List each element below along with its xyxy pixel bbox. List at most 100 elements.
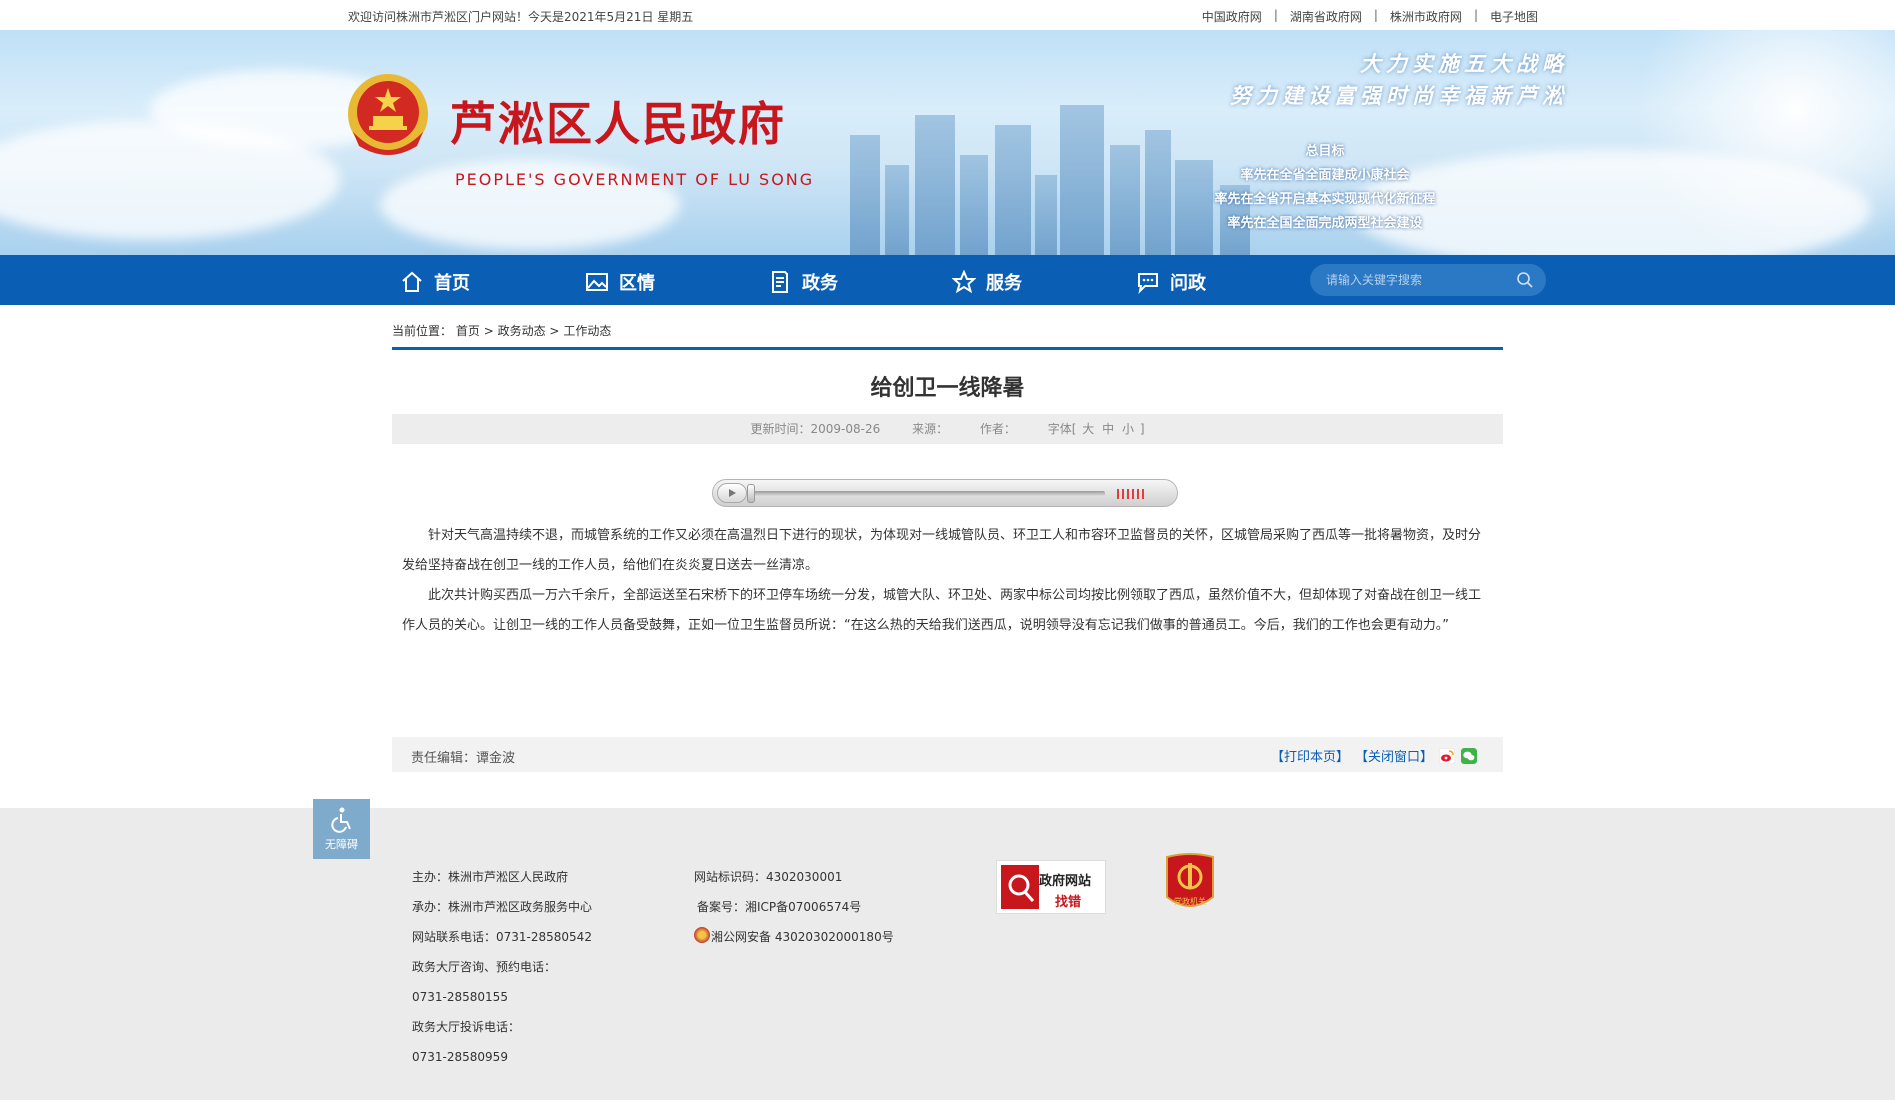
- footer-organizer: 承办：株洲市芦淞区政务服务中心: [412, 900, 593, 914]
- audio-player: [712, 479, 1178, 507]
- goal-item: 率先在全省全面建成小康社会: [1240, 168, 1410, 183]
- nav-label: 首页: [434, 273, 470, 294]
- link-zhuzhou-gov[interactable]: 株洲市政府网: [1390, 8, 1462, 25]
- close-window-button[interactable]: 【关闭窗口】: [1355, 746, 1433, 765]
- footer-contact: 网站联系电话：0731-28580542: [412, 930, 592, 944]
- source-label: 来源：: [912, 422, 949, 436]
- footer-complaint-label: 政务大厅投诉电话：: [412, 1020, 521, 1034]
- badge-find-line1: 政府网站: [1039, 874, 1092, 889]
- wechat-share-icon[interactable]: [1461, 747, 1477, 764]
- font-large-button[interactable]: 大: [1082, 422, 1094, 436]
- slogan-line: 大力实施五大战略: [1360, 51, 1568, 76]
- font-size-label: 字体[: [1047, 422, 1077, 436]
- nav-label: 区情: [619, 273, 655, 294]
- breadcrumb: 当前位置： 首页 > 政务动态 > 工作动态: [392, 322, 611, 339]
- header-banner: 芦淞区人民政府 PEOPLE'S GOVERNMENT OF LU SONG 大…: [0, 30, 1895, 255]
- link-hunan-gov[interactable]: 湖南省政府网: [1290, 8, 1362, 25]
- nav-services[interactable]: 服务: [952, 269, 1022, 295]
- article-paragraph: 此次共计购买西瓜一万六千余斤，全部运送至石宋桥下的环卫停车场统一分发，城管大队、…: [402, 588, 1482, 633]
- breadcrumb-sep: >: [549, 324, 560, 338]
- slogan: 大力实施五大战略 努力建设富强时尚幸福新芦淞: [1230, 48, 1568, 112]
- font-size-control: 字体[ 大 中 小 ]: [1048, 422, 1145, 436]
- footer-complaint-phone: 0731-28580959: [412, 1050, 508, 1064]
- home-icon: [402, 271, 422, 292]
- footer-host: 主办：株洲市芦淞区人民政府: [412, 870, 569, 884]
- breadcrumb-gov-news[interactable]: 政务动态: [498, 324, 546, 338]
- document-icon: [772, 271, 788, 293]
- badge-find-line2: 找错: [1055, 895, 1082, 910]
- article-paragraph: 针对天气高温持续不退，而城管系统的工作又必须在高温烈日下进行的现状，为体现对一线…: [402, 528, 1482, 573]
- breadcrumb-home[interactable]: 首页: [456, 324, 480, 338]
- font-size-close: ]: [1139, 422, 1145, 436]
- search-input[interactable]: [1326, 271, 1506, 289]
- font-small-button[interactable]: 小: [1122, 422, 1134, 436]
- badge-party-label: 党政机关: [1174, 897, 1206, 906]
- breadcrumb-sep: >: [483, 324, 494, 338]
- nav-label: 问政: [1170, 273, 1206, 294]
- site-subtitle: PEOPLE'S GOVERNMENT OF LU SONG: [455, 170, 815, 189]
- print-button[interactable]: 【打印本页】: [1271, 746, 1349, 765]
- article-title: 给创卫一线降暑: [870, 376, 1025, 401]
- separator: |: [1373, 8, 1378, 22]
- site-footer: [0, 808, 1895, 1100]
- progress-track[interactable]: [749, 491, 1105, 496]
- editor-label: 责任编辑：: [411, 751, 477, 766]
- footer-consult-phone: 0731-28580155: [412, 990, 508, 1004]
- picture-icon: [586, 273, 608, 291]
- article-actions: 【打印本页】 【关闭窗口】: [1271, 746, 1477, 765]
- goals-block: 总目标 率先在全省全面建成小康社会 率先在全省开启基本实现现代化新征程 率先在全…: [1205, 140, 1445, 236]
- nav-inquiry[interactable]: 问政: [1136, 269, 1206, 295]
- weibo-share-icon[interactable]: [1439, 747, 1455, 764]
- author-label: 作者：: [979, 422, 1016, 436]
- nav-label: 服务: [986, 273, 1022, 294]
- article-footer-bar: 责任编辑：谭金波 【打印本页】 【关闭窗口】: [392, 737, 1503, 772]
- party-government-badge[interactable]: 党政机关: [1163, 853, 1217, 915]
- chat-icon: [1138, 273, 1158, 294]
- nav-home[interactable]: 首页: [400, 269, 470, 295]
- wheelchair-icon: [330, 807, 351, 833]
- font-medium-button[interactable]: 中: [1102, 422, 1114, 436]
- top-bar: 欢迎访问株洲市芦淞区门户网站！今天是2021年5月21日 星期五 中国政府网 |…: [0, 0, 1895, 30]
- star-icon: [952, 270, 976, 294]
- welcome-text: 欢迎访问株洲市芦淞区门户网站！今天是2021年5月21日 星期五: [348, 10, 694, 24]
- gov-site-error-report-badge[interactable]: 政府网站 找错: [996, 860, 1106, 914]
- site-title: 芦淞区人民政府: [450, 97, 786, 151]
- accessibility-button[interactable]: 无障碍: [313, 799, 370, 859]
- goals-title: 总目标: [1305, 144, 1345, 159]
- breadcrumb-work-news[interactable]: 工作动态: [563, 324, 611, 338]
- progress-handle[interactable]: [747, 484, 755, 503]
- footer-police-record[interactable]: 湘公网安备 43020302000180号: [694, 922, 894, 952]
- article-body: 针对天气高温持续不退，而城管系统的工作又必须在高温烈日下进行的现状，为体现对一线…: [402, 521, 1487, 641]
- police-record-text: 湘公网安备 43020302000180号: [711, 930, 894, 944]
- goal-item: 率先在全省开启基本实现现代化新征程: [1214, 192, 1436, 207]
- magnifier-icon: [1001, 865, 1039, 909]
- goal-item: 率先在全国全面完成两型社会建设: [1227, 216, 1423, 231]
- separator: |: [1273, 8, 1278, 22]
- update-time-label: 更新时间：: [750, 422, 811, 436]
- footer-info-right: 网站标识码：4302030001 备案号：湘ICP备07006574号 湘公网安…: [694, 862, 894, 952]
- search-icon[interactable]: [1516, 271, 1534, 289]
- top-links: 中国政府网 | 湖南省政府网 | 株洲市政府网 | 电子地图: [1202, 8, 1538, 25]
- breadcrumb-prefix: 当前位置：: [392, 324, 453, 338]
- link-e-map[interactable]: 电子地图: [1490, 8, 1538, 25]
- play-button[interactable]: [717, 483, 747, 503]
- link-china-gov[interactable]: 中国政府网: [1202, 8, 1262, 25]
- police-badge-icon: [694, 927, 710, 943]
- update-time-value: 2009-08-26: [810, 422, 881, 436]
- nav-government-affairs[interactable]: 政务: [768, 269, 838, 295]
- footer-info-left: 主办：株洲市芦淞区人民政府 承办：株洲市芦淞区政务服务中心 网站联系电话：073…: [412, 862, 592, 1072]
- main-nav: 首页 区情 政务 服务 问政: [0, 255, 1895, 305]
- nav-label: 政务: [802, 273, 838, 294]
- accessibility-label: 无障碍: [325, 838, 358, 851]
- divider: [392, 347, 1503, 350]
- national-emblem-icon: [348, 74, 428, 155]
- update-time: 更新时间：2009-08-26: [750, 422, 880, 436]
- nav-district-info[interactable]: 区情: [585, 269, 655, 295]
- search-box: [1310, 264, 1546, 296]
- footer-consult-label: 政务大厅咨询、预约电话：: [412, 960, 557, 974]
- article-meta: 更新时间：2009-08-26 来源： 作者： 字体[ 大 中 小 ]: [392, 414, 1503, 444]
- slogan-line: 努力建设富强时尚幸福新芦淞: [1230, 83, 1568, 108]
- volume-control[interactable]: [1117, 489, 1145, 499]
- footer-icp[interactable]: 备案号：湘ICP备07006574号: [694, 892, 894, 922]
- separator: |: [1473, 8, 1478, 22]
